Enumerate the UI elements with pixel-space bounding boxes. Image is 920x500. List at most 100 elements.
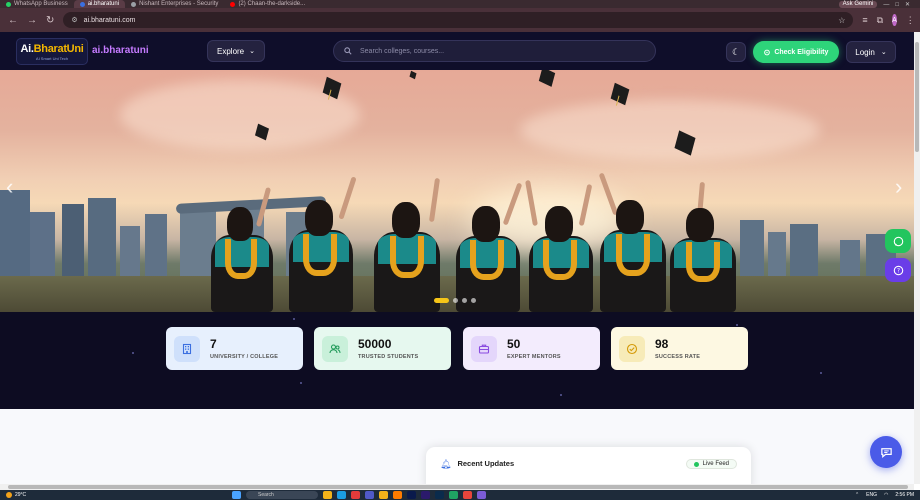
language-indicator[interactable]: ENG <box>866 492 877 498</box>
check-eligibility-button[interactable]: ⊙ Check Eligibility <box>753 41 839 63</box>
weather-widget[interactable]: 29°C <box>6 492 26 498</box>
chevron-up-icon[interactable]: ⌃ <box>855 492 859 498</box>
wifi-icon[interactable]: ◠ <box>884 492 888 498</box>
chrome-icon[interactable] <box>463 491 472 499</box>
carousel-prev-arrow[interactable]: ‹ <box>6 176 13 198</box>
login-label: Login <box>855 47 875 57</box>
stat-card: 50000 TRUSTED STUDENTS <box>314 327 451 370</box>
edge-icon[interactable] <box>337 491 346 499</box>
file-explorer-icon[interactable] <box>323 491 332 499</box>
carousel-next-arrow[interactable]: › <box>895 176 902 198</box>
browser-tab[interactable]: (2) Chaan-the-darkside... <box>224 0 311 8</box>
teams-icon[interactable] <box>365 491 374 499</box>
carousel-dots <box>434 298 476 303</box>
search-icon <box>344 47 352 55</box>
folder-icon[interactable] <box>379 491 388 499</box>
stat-value: 50 <box>507 337 521 351</box>
tab-title: (2) Chaan-the-darkside... <box>238 1 306 7</box>
bookmark-star-icon[interactable]: ☆ <box>838 16 845 25</box>
whatsapp-icon[interactable] <box>449 491 458 499</box>
hero-carousel: ‹ › <box>0 70 914 312</box>
stat-label: TRUSTED STUDENTS <box>358 354 419 360</box>
browser-tab-active[interactable]: ai.bharatuni <box>73 0 126 8</box>
clock-time[interactable]: 2:56 PM <box>895 492 914 498</box>
browser-tab-strip: WhatsApp Business ai.bharatuni Nishant E… <box>0 0 920 8</box>
theme-toggle-button[interactable]: ☾ <box>726 42 746 62</box>
minimize-icon[interactable]: — <box>883 2 889 8</box>
taskbar-search[interactable]: Search <box>246 491 318 499</box>
site-favicon-icon <box>79 1 85 7</box>
help-float-button[interactable]: ? <box>885 258 911 282</box>
ask-gemini-button[interactable]: Ask Gemini <box>838 1 878 8</box>
carousel-dot[interactable] <box>471 298 476 303</box>
graduate-figure <box>452 182 523 312</box>
chevron-down-icon: ⌄ <box>249 48 255 55</box>
browser-toolbar: ← → ↻ ⚙ ai.bharatuni.com ☆ ≡ ⧉ A ⋮ <box>0 8 920 32</box>
menu-icon[interactable]: ⋮ <box>906 15 915 26</box>
brand-name[interactable]: ai.bharatuni <box>92 45 149 56</box>
globe-icon <box>131 1 137 7</box>
photoshop-icon[interactable] <box>435 491 444 499</box>
explore-button[interactable]: Explore ⌄ <box>207 40 265 62</box>
check-circle-icon: ⊙ <box>763 47 771 57</box>
scroll-thumb[interactable] <box>8 485 908 489</box>
stat-value: 98 <box>655 337 669 351</box>
logo-text: Ai. <box>20 42 34 55</box>
login-button[interactable]: Login ⌄ <box>846 41 896 63</box>
skyline-building <box>790 224 818 282</box>
maximize-icon[interactable]: □ <box>895 2 899 8</box>
stat-card: 98 SUCCESS RATE <box>611 327 748 370</box>
site-header: Ai.BharatUni AI Smart Uni Tech ai.bharat… <box>0 32 914 70</box>
profile-avatar[interactable]: A <box>892 14 897 26</box>
tab-title: ai.bharatuni <box>87 1 120 7</box>
extensions-icon[interactable]: ⧉ <box>877 15 883 26</box>
scroll-thumb[interactable] <box>915 42 919 152</box>
briefcase-icon <box>471 335 497 362</box>
skyline-building <box>145 214 167 282</box>
carousel-dot[interactable] <box>434 298 449 303</box>
browser-tab[interactable]: Nishant Enterprises - Security <box>125 0 224 8</box>
browser-tab[interactable]: WhatsApp Business <box>0 0 74 8</box>
carousel-dot[interactable] <box>462 298 467 303</box>
search-placeholder: Search colleges, courses... <box>360 47 445 55</box>
system-tray: ⌃ ENG ◠ 2:56 PM <box>855 492 914 498</box>
svg-text:?: ? <box>896 267 899 274</box>
app-icon[interactable] <box>351 491 360 499</box>
close-icon[interactable]: ✕ <box>905 1 910 8</box>
windows-start-icon[interactable] <box>232 491 241 499</box>
premiere-icon[interactable] <box>421 491 430 499</box>
skyline-building <box>120 226 140 282</box>
moon-icon: ☾ <box>731 46 741 57</box>
stat-value: 50000 <box>358 337 392 351</box>
sky-cloud <box>520 100 820 160</box>
stat-value: 7 <box>210 337 217 351</box>
site-info-icon[interactable]: ⚙ <box>71 16 77 24</box>
address-bar[interactable]: ⚙ ai.bharatuni.com ☆ <box>63 12 854 28</box>
reload-icon[interactable]: ↻ <box>46 15 54 26</box>
chat-button[interactable] <box>870 436 902 468</box>
graduate-figure <box>668 181 738 312</box>
stat-label: SUCCESS RATE <box>655 354 701 360</box>
sun-icon <box>6 492 12 498</box>
website-viewport: Ai.BharatUni AI Smart Uni Tech ai.bharat… <box>0 32 914 484</box>
building-icon <box>174 335 200 362</box>
back-icon[interactable]: ← <box>8 15 18 26</box>
forward-icon[interactable]: → <box>27 15 37 26</box>
skyline-building <box>740 220 764 282</box>
eligibility-label: Check Eligibility <box>774 48 829 56</box>
graduation-cap-icon <box>538 70 556 87</box>
check-circle-icon <box>619 335 645 362</box>
whatsapp-float-button[interactable] <box>885 229 911 253</box>
live-feed-badge: Live Feed <box>685 459 737 469</box>
app-icon[interactable] <box>477 491 486 499</box>
vertical-scrollbar[interactable] <box>914 32 920 484</box>
logo-accent-text: BharatUni <box>33 42 84 55</box>
after-effects-icon[interactable] <box>407 491 416 499</box>
illustrator-icon[interactable] <box>393 491 402 499</box>
reading-list-icon[interactable]: ≡ <box>862 15 867 25</box>
carousel-dot[interactable] <box>453 298 458 303</box>
whatsapp-icon <box>893 236 903 246</box>
search-input[interactable]: Search colleges, courses... <box>333 40 656 62</box>
graduate-figure <box>598 172 668 312</box>
site-logo[interactable]: Ai.BharatUni AI Smart Uni Tech <box>16 38 88 65</box>
